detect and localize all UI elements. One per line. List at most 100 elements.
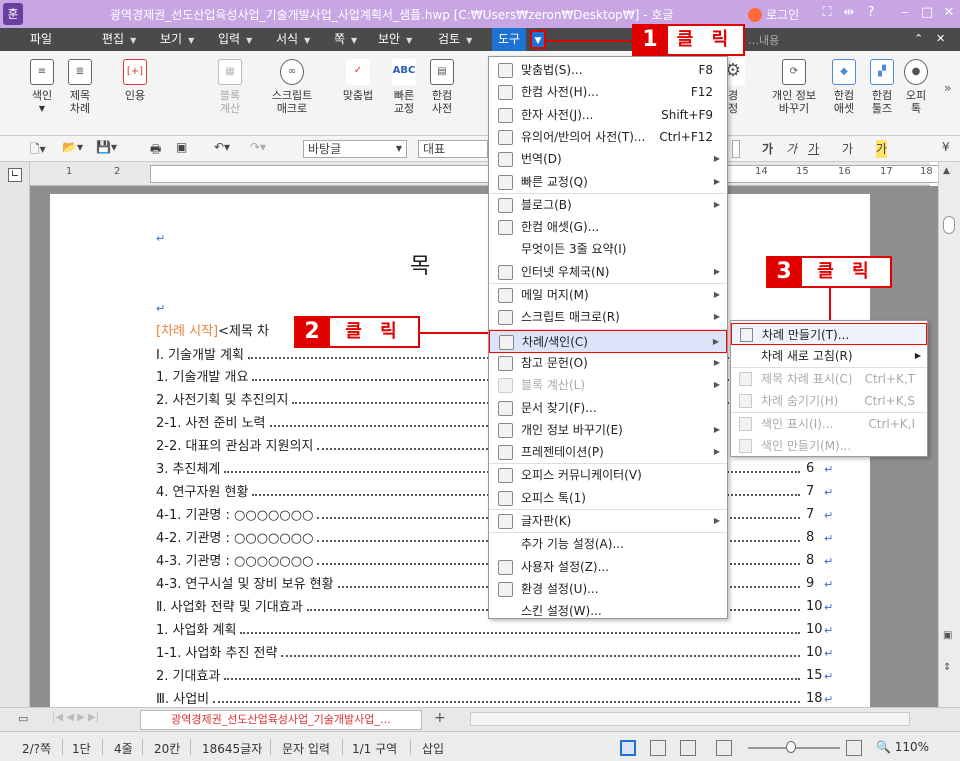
tools-menu-item[interactable]: 스킨 설정(W)... [489,600,727,623]
menu-format[interactable]: 서식 ▼ [270,28,316,51]
tools-menu-item[interactable]: 한자 사전(J)... Shift+F9 [489,104,727,127]
tools-menu-item[interactable]: 개인 정보 바꾸기(E) ▶ [489,419,727,442]
ribbon-more-icon[interactable]: » [944,81,951,95]
toc-submenu-item[interactable]: 제목 차례 표시(C) Ctrl+K,T [731,368,927,390]
tab-list-icon[interactable]: ▭ [18,712,28,725]
tools-menu-item[interactable]: 사용자 설정(Z)... [489,556,727,579]
redo-icon[interactable]: ↷▾ [250,140,266,158]
ribbon-title-toc-button[interactable]: ≣ 제목 차례 [58,55,102,115]
undo-icon[interactable]: ↶▾ [214,140,230,158]
tools-menu-item[interactable]: 블록 계산(L) ▶ [489,374,727,397]
vertical-scrollbar[interactable]: ▲ ▣ ⇕ [938,162,960,707]
toc-line[interactable]: 1-1. 사업화 추진 전략 10 ↵ [156,642,846,664]
toc-line[interactable]: Ⅲ. 사업비 18 ↵ [156,688,846,707]
tools-menu-item[interactable]: 블로그(B) ▶ [489,194,727,217]
scroll-up-icon[interactable]: ▲ [943,166,950,176]
tools-menu-item[interactable]: 메일 머지(M) ▶ [489,284,727,307]
status-input-mode[interactable]: 문자 입력 [282,740,330,757]
tools-menu-item[interactable]: 무엇이든 3줄 요약(I) [489,238,727,261]
ruler[interactable]: 1 2 14 15 16 17 18 [30,162,956,186]
menu-edit[interactable]: 편집 ▼ [96,28,142,51]
tools-menu-item[interactable]: 스크립트 매크로(R) ▶ [489,306,727,329]
tools-menu-item[interactable]: 번역(D) ▶ [489,148,727,171]
toc-line[interactable]: 2. 기대효과 15 ↵ [156,665,846,687]
zoom-in-icon[interactable] [846,740,862,756]
ribbon-script-macro-button[interactable]: ∞ 스크립트 매크로 [266,55,318,115]
toc-submenu-item[interactable]: 색인 만들기(M)... [731,435,927,457]
tools-menu-item[interactable]: 빠른 교정(Q) ▶ [489,171,727,194]
tools-menu-item[interactable]: 유의어/반의어 사전(T)... Ctrl+F12 [489,126,727,149]
tools-menu-item[interactable]: 추가 기능 설정(A)... [489,533,727,556]
tools-menu-item[interactable]: 오피스 톡(1) [489,487,727,510]
status-page[interactable]: 2/?쪽 [22,740,51,757]
maximize-icon[interactable]: □ [918,5,936,20]
menu-security[interactable]: 보안 ▼ [372,28,418,51]
tools-menu-item[interactable]: 참고 문헌(O) ▶ [489,352,727,375]
scroll-thumb[interactable] [943,216,955,234]
new-doc-icon[interactable]: 🗋▾ [30,140,46,158]
menu-file[interactable]: 파일 [24,28,58,51]
menu-page[interactable]: 쪽 ▼ [328,28,363,51]
fullscreen-icon[interactable]: ⛶ [818,5,836,20]
menu-tools[interactable]: 도구 [492,28,527,51]
tools-menu-item[interactable]: 문서 찾기(F)... [489,397,727,420]
underline-button[interactable]: 가 [808,140,819,158]
menu-view[interactable]: 보기 ▼ [154,28,200,51]
toc-submenu-item[interactable]: 색인 표시(I)... Ctrl+K,I [731,413,927,435]
toc-submenu-item[interactable]: 차례 숨기기(H) Ctrl+K,S [731,390,927,412]
close-doc-icon[interactable]: ✕ [936,32,945,45]
zoom-slider-thumb[interactable] [786,741,796,753]
ribbon-privacy-button[interactable]: ⟳ 개인 정보 바꾸기 [766,55,822,115]
tools-menu-item[interactable]: 프레젠테이션(P) ▶ [489,441,727,464]
ribbon-block-calc-button[interactable]: ▦ 블록 계산 [208,55,252,115]
ribbon-quote-button[interactable]: [+] 인용 [113,55,157,102]
ruler-corner-icon[interactable]: ∟ [8,168,22,182]
strike-button[interactable]: 가 [842,140,853,158]
tools-menu-item[interactable]: 인터넷 우체국(N) ▶ [489,261,727,284]
italic-button[interactable]: 가 [786,140,797,158]
new-tab-icon[interactable]: + [434,710,446,726]
tools-menu-item[interactable]: 한컴 사전(H)... F12 [489,81,727,104]
tools-menu-item[interactable]: 맞춤법(S)... F8 [489,59,727,82]
menu-tools-dropdown-arrow[interactable]: ▼ [530,30,546,49]
ribbon-dictionary-button[interactable]: ▤ 한컴 사전 [420,55,464,115]
doc-tab[interactable]: 광역경제권_선도산업육성사업_기술개발사업_… [140,710,422,730]
split-icon[interactable]: ⇹ [840,5,858,20]
toc-submenu-item[interactable]: 차례 새로 고침(R) ▶ [731,345,927,367]
zoom-out-icon[interactable] [716,740,732,756]
text-color-button[interactable]: 가 [876,140,888,158]
fit-width-icon[interactable] [650,740,666,756]
toc-submenu-item[interactable]: 차례 만들기(T)... [731,323,927,345]
save-icon[interactable]: 💾▾ [96,140,117,158]
page-view-icon[interactable] [620,740,636,756]
ribbon-spell-button[interactable]: ✓ 맞춤법 [336,55,380,102]
help-icon[interactable]: ? [862,5,880,20]
close-icon[interactable]: ✕ [940,5,958,20]
print-icon[interactable]: 🖶 [150,140,161,158]
menu-insert[interactable]: 입력 ▼ [212,28,258,51]
style-combo[interactable]: 바탕글 ▼ [303,140,407,158]
page-down-icon[interactable]: ⇕ [943,662,951,673]
status-insert-mode[interactable]: 삽입 [422,740,444,757]
tools-menu-item[interactable]: 차례/색인(C) ▶ [489,329,727,353]
tools-menu-item[interactable]: 글자판(K) ▶ [489,510,727,533]
open-folder-icon[interactable]: 📂▾ [62,140,83,158]
tools-menu-item[interactable]: 오피스 커뮤니케이터(V) [489,464,727,487]
login-button[interactable]: 로그인 [748,6,799,23]
ribbon-talk-button[interactable]: ● 오피 톡 [898,55,934,115]
fit-page-icon[interactable] [680,740,696,756]
menu-review[interactable]: 검토 ▼ [432,28,478,51]
menu-search-input[interactable]: …내용 [748,32,779,48]
ribbon-collapse-icon[interactable]: ⌃ [914,32,923,45]
preview-icon[interactable]: ▣ [176,140,187,158]
tools-menu-item[interactable]: 한컴 애셋(G)... [489,216,727,239]
font-combo[interactable]: 대표 [418,140,488,158]
hwp-app-icon[interactable]: 훈 [3,3,23,25]
toolbar-more-icon[interactable]: ¥ [942,140,950,158]
bold-button[interactable]: 가 [762,140,773,158]
size-spinner[interactable] [732,140,740,158]
zoom-value[interactable]: 🔍 110% [876,740,929,754]
horizontal-scrollbar[interactable] [470,712,910,726]
tools-menu-item[interactable]: 환경 설정(U)... [489,578,727,601]
tab-nav-icons[interactable]: |◀ ◀ ▶ ▶| [52,712,99,723]
